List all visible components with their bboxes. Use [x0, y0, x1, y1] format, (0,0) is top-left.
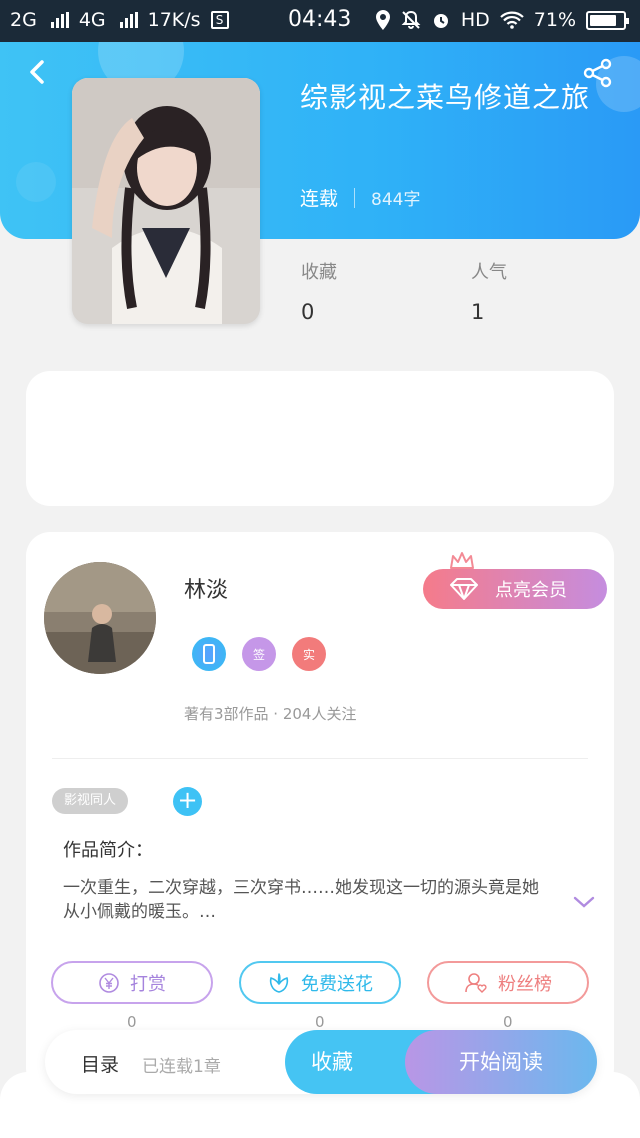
send-flower-button[interactable]: 免费送花	[239, 961, 401, 1004]
stat-value: 1	[471, 300, 485, 324]
signed-icon: 签	[242, 637, 276, 671]
author-name[interactable]: 林淡	[184, 572, 228, 604]
book-title: 综影视之菜鸟修道之旅	[300, 81, 591, 114]
wifi-icon	[500, 11, 524, 29]
s-badge-icon: S	[210, 11, 229, 29]
fan-icon	[465, 972, 487, 993]
stat-value: 0	[301, 300, 315, 324]
network-4g: 4G	[78, 9, 106, 31]
battery-percent: 71%	[533, 9, 576, 31]
real-name-icon: 实	[292, 637, 326, 671]
vip-button[interactable]: 点亮会员	[423, 569, 607, 609]
author-works-info: 著有3部作品 · 204人关注	[184, 705, 357, 723]
add-tag-button[interactable]: +	[173, 787, 202, 816]
empty-card	[26, 371, 614, 506]
start-reading-button[interactable]: 开始阅读	[405, 1030, 597, 1094]
clock: 04:43	[288, 7, 352, 32]
fan-ranking-label: 粉丝榜	[498, 973, 552, 995]
network-2g: 2G	[10, 9, 37, 31]
reward-label: 打赏	[130, 973, 166, 995]
vip-button-label: 点亮会员	[495, 580, 567, 601]
battery-icon	[586, 10, 629, 30]
stat-popularity: 人气 1	[471, 258, 507, 324]
author-avatar[interactable]	[44, 562, 156, 674]
status-bar: 2G 4G 17K/s S 04:43 HD 71%	[0, 0, 640, 42]
alarm-icon	[433, 14, 448, 28]
location-icon	[375, 10, 390, 30]
fan-ranking-button[interactable]: 粉丝榜	[427, 961, 589, 1004]
author-badges: 签 实	[192, 637, 326, 671]
intro-text[interactable]: 一次重生，二次穿越，三次穿书……她发现这一切的源头竟是她从小佩戴的暖玉。…	[63, 876, 553, 924]
serial-status: 连载	[300, 188, 339, 210]
signal-icon	[50, 12, 69, 28]
phone-verified-icon	[192, 637, 226, 671]
reward-count: 0	[127, 1013, 137, 1031]
divider	[52, 758, 588, 759]
toc-button[interactable]: 目录	[81, 1050, 119, 1077]
fan-count: 0	[503, 1013, 513, 1031]
word-count: 844字	[371, 190, 421, 210]
yuan-icon	[99, 972, 119, 993]
flower-count: 0	[315, 1013, 325, 1031]
stat-favorites: 收藏 0	[301, 258, 337, 324]
book-cover-image[interactable]	[72, 78, 260, 324]
signal-icon	[119, 12, 138, 28]
stat-label: 人气	[471, 262, 507, 283]
chapter-count[interactable]: 已连载1章	[142, 1052, 221, 1077]
mute-bell-icon	[401, 10, 421, 29]
network-speed: 17K/s	[147, 9, 201, 31]
book-meta: 连载 844字	[300, 184, 420, 211]
back-arrow-icon[interactable]	[24, 58, 52, 86]
chevron-down-icon[interactable]	[572, 894, 596, 910]
intro-label: 作品简介：	[63, 840, 153, 861]
stat-label: 收藏	[301, 262, 337, 283]
genre-tag[interactable]: 影视同人	[52, 788, 129, 814]
diamond-icon	[450, 578, 478, 600]
send-flower-label: 免费送花	[301, 973, 373, 995]
reward-button[interactable]: 打赏	[51, 961, 213, 1004]
hd-label: HD	[460, 9, 490, 31]
meta-divider	[354, 187, 356, 208]
flower-icon	[269, 972, 289, 993]
